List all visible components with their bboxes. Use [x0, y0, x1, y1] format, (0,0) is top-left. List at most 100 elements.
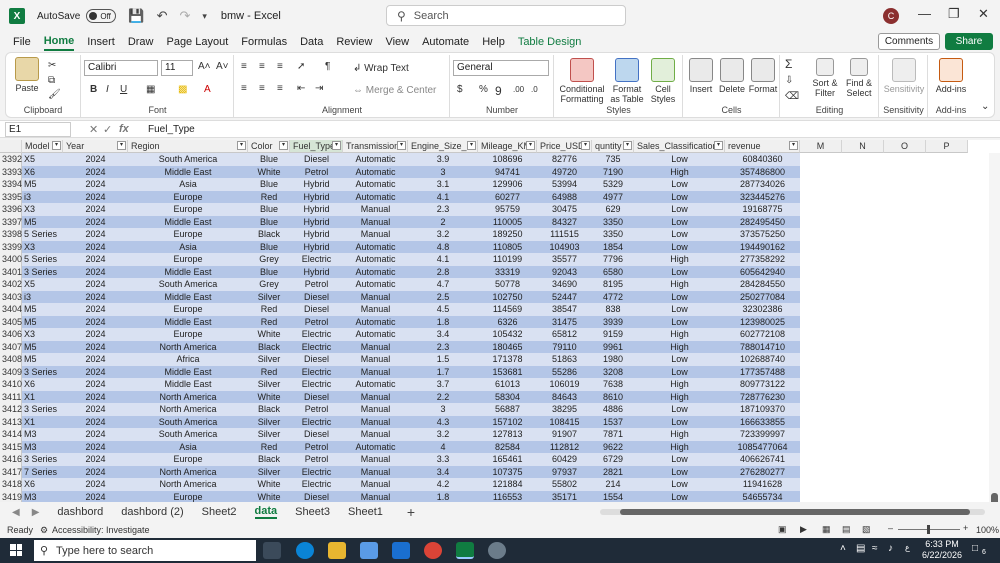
table-cell[interactable]: 157102	[478, 416, 537, 429]
table-cell[interactable]: 3 Series	[22, 366, 63, 379]
table-cell[interactable]: 11941628	[725, 478, 800, 491]
comments-button[interactable]: Comments	[878, 33, 940, 50]
row-number[interactable]: 3392	[0, 153, 22, 166]
table-cell[interactable]: 605642940	[725, 266, 800, 279]
table-cell[interactable]: Silver	[248, 416, 290, 429]
autosum-icon[interactable]: Σ	[785, 57, 792, 71]
table-cell[interactable]: 2024	[63, 266, 128, 279]
table-cell[interactable]: 284284550	[725, 278, 800, 291]
table-cell[interactable]: Hybrid	[290, 241, 343, 254]
table-cell[interactable]: Europe	[128, 191, 248, 204]
row-number[interactable]: 3397	[0, 215, 22, 228]
mail-icon[interactable]	[392, 542, 410, 559]
table-cell[interactable]: 8195	[592, 278, 634, 291]
sheet-tab-sheet2[interactable]: Sheet2	[202, 506, 237, 518]
table-cell[interactable]: Automatic	[343, 241, 408, 254]
tab-insert[interactable]: Insert	[87, 34, 115, 50]
table-cell[interactable]: Low	[634, 203, 725, 216]
column-header[interactable]: revenue ▾	[725, 140, 800, 153]
copy-icon[interactable]: ⧉	[48, 75, 55, 86]
column-header[interactable]: Engine_Size_L ▾	[408, 140, 478, 153]
vertical-scrollbar[interactable]	[989, 153, 1000, 502]
next-sheet-icon[interactable]: ▶	[32, 507, 40, 518]
underline-icon[interactable]: U	[120, 84, 127, 95]
row-number[interactable]: 3394	[0, 178, 22, 191]
row-number[interactable]: 3409	[0, 365, 22, 378]
page-break-icon[interactable]: ▧	[862, 524, 871, 535]
table-cell[interactable]: 171378	[478, 353, 537, 366]
table-cell[interactable]: 1.8	[408, 316, 478, 329]
table-cell[interactable]: 121884	[478, 478, 537, 491]
table-cell[interactable]: Manual	[343, 353, 408, 366]
table-cell[interactable]: 2024	[63, 191, 128, 204]
rtl-icon[interactable]: ¶	[325, 61, 330, 72]
table-cell[interactable]: Diesel	[290, 391, 343, 404]
table-cell[interactable]: 3 Series	[22, 266, 63, 279]
row-number[interactable]: 3418	[0, 478, 22, 491]
windows-start-icon[interactable]	[10, 544, 22, 556]
tab-help[interactable]: Help	[482, 34, 505, 50]
table-cell[interactable]: 60429	[537, 453, 592, 466]
table-cell[interactable]: Low	[634, 216, 725, 229]
table-cell[interactable]: 2024	[63, 416, 128, 429]
table-cell[interactable]: 7871	[592, 428, 634, 441]
table-cell[interactable]: Automatic	[343, 253, 408, 266]
format-painter-icon[interactable]: 🖌	[48, 89, 61, 100]
align-left-icon[interactable]: ≡	[241, 83, 247, 94]
table-cell[interactable]: Automatic	[343, 328, 408, 341]
table-cell[interactable]: 60277	[478, 191, 537, 204]
table-cell[interactable]: Manual	[343, 478, 408, 491]
table-cell[interactable]: Red	[248, 366, 290, 379]
table-cell[interactable]: 2024	[63, 441, 128, 454]
table-cell[interactable]: 2024	[63, 203, 128, 216]
delete-cells-button[interactable]: Delete	[717, 58, 747, 94]
table-cell[interactable]: Silver	[248, 291, 290, 304]
table-cell[interactable]: 2024	[63, 291, 128, 304]
decrease-font-icon[interactable]: A˅	[216, 61, 229, 72]
table-cell[interactable]: X1	[22, 391, 63, 404]
table-cell[interactable]: 2024	[63, 328, 128, 341]
font-name-box[interactable]: Calibri	[84, 60, 158, 76]
table-cell[interactable]: 2024	[63, 178, 128, 191]
filter-dropdown-icon[interactable]: ▾	[581, 141, 590, 150]
table-cell[interactable]: 1854	[592, 241, 634, 254]
table-cell[interactable]: 2024	[63, 353, 128, 366]
table-cell[interactable]: 60840360	[725, 153, 800, 166]
table-cell[interactable]: Automatic	[343, 166, 408, 179]
table-cell[interactable]: 64988	[537, 191, 592, 204]
row-number[interactable]: 3410	[0, 378, 22, 391]
table-cell[interactable]: White	[248, 478, 290, 491]
italic-icon[interactable]: I	[106, 84, 109, 95]
table-cell[interactable]: Automatic	[343, 266, 408, 279]
redo-icon[interactable]: ↷	[179, 8, 190, 24]
table-cell[interactable]: 82584	[478, 441, 537, 454]
table-cell[interactable]: Automatic	[343, 378, 408, 391]
table-cell[interactable]: Hybrid	[290, 191, 343, 204]
table-cell[interactable]: 30475	[537, 203, 592, 216]
table-cell[interactable]: 1.5	[408, 353, 478, 366]
table-cell[interactable]: Red	[248, 441, 290, 454]
table-cell[interactable]: Middle East	[128, 316, 248, 329]
network-icon[interactable]: ▤	[856, 543, 865, 554]
table-cell[interactable]: 107375	[478, 466, 537, 479]
table-cell[interactable]: Red	[248, 316, 290, 329]
taskbar-search[interactable]: ⚲ Type here to search	[34, 540, 256, 561]
table-cell[interactable]: 54655734	[725, 491, 800, 503]
table-cell[interactable]: 3.4	[408, 328, 478, 341]
table-cell[interactable]: North America	[128, 466, 248, 479]
table-cell[interactable]: X3	[22, 328, 63, 341]
task-view-icon[interactable]	[263, 542, 281, 559]
row-number[interactable]: 3404	[0, 303, 22, 316]
table-cell[interactable]: 84327	[537, 216, 592, 229]
table-cell[interactable]: 165461	[478, 453, 537, 466]
column-header[interactable]: Model ▾	[22, 140, 63, 153]
table-cell[interactable]: Diesel	[290, 153, 343, 166]
table-cell[interactable]: Black	[248, 228, 290, 241]
comma-icon[interactable]: 9	[495, 84, 502, 98]
table-cell[interactable]: Electric	[290, 378, 343, 391]
minimize-icon[interactable]: —	[918, 6, 931, 21]
table-cell[interactable]: 5 Series	[22, 253, 63, 266]
table-cell[interactable]: 7190	[592, 166, 634, 179]
table-cell[interactable]: 61013	[478, 378, 537, 391]
table-cell[interactable]: 38547	[537, 303, 592, 316]
